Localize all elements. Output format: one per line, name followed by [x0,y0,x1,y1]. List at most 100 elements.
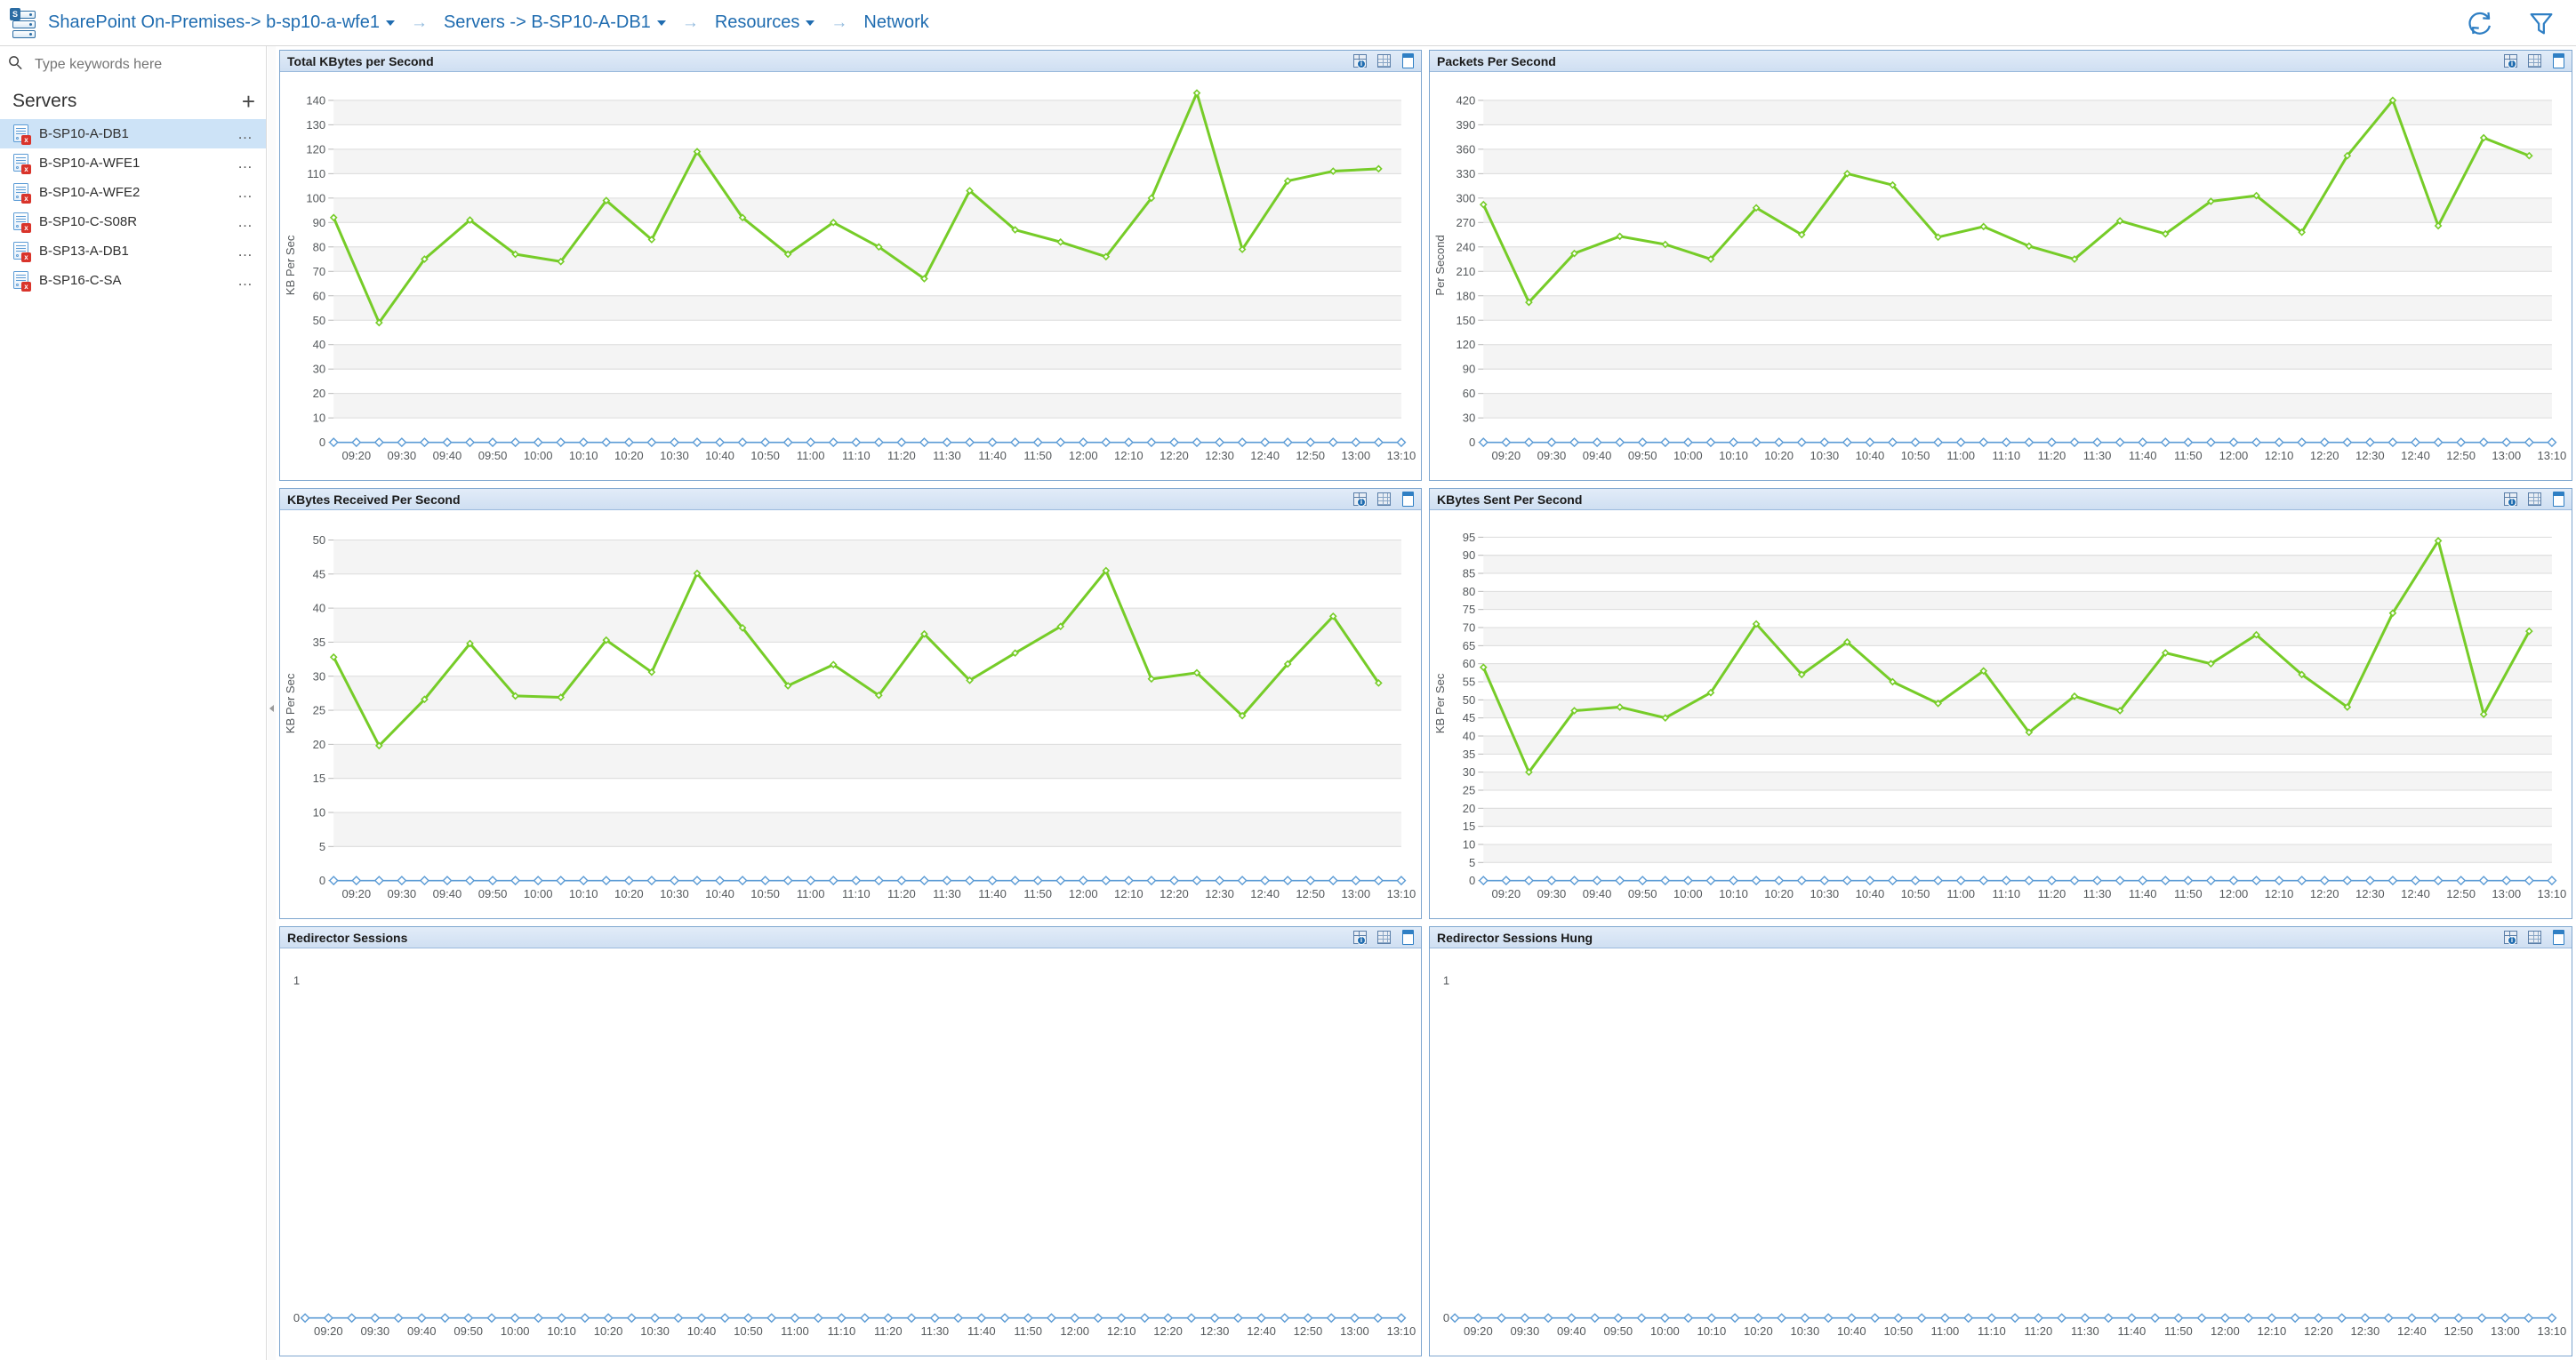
x-axis-tick-marker [1775,438,1783,446]
server-overflow-menu-button[interactable]: … [237,247,253,256]
chart-plot-area[interactable]: 05101520253035404550KB Per Sec09:2009:30… [280,510,1421,918]
filter-icon[interactable] [2526,8,2556,38]
sidebar-item-server[interactable]: xB-SP10-A-WFE2… [0,178,266,207]
chevron-down-icon[interactable] [657,20,666,26]
x-axis-tick-marker [1056,876,1064,884]
y-axis-tick-label: 80 [1463,585,1476,598]
x-axis-tick-marker [697,1314,705,1322]
breadcrumb-item-3[interactable]: Network [863,12,928,33]
x-axis-tick-label: 10:50 [750,887,780,900]
server-overflow-menu-button[interactable]: … [237,130,253,139]
x-axis-tick-marker [1056,438,1064,446]
x-axis-tick-marker [761,438,769,446]
refresh-icon[interactable] [2466,8,2496,38]
sidebar-collapse-handle[interactable] [269,704,275,712]
sidebar-item-server[interactable]: xB-SP13-A-DB1… [0,236,266,266]
x-axis-tick-marker [2385,1314,2393,1322]
breadcrumb-item-2[interactable]: Resources [715,12,815,33]
add-server-button[interactable]: + [242,90,255,113]
chart-plot-area[interactable]: 1009:2009:3009:4009:5010:0010:1010:2010:… [280,948,1421,1356]
sidebar-item-server[interactable]: xB-SP10-A-DB1… [0,119,266,148]
search-row[interactable] [0,46,266,84]
x-axis-tick-label: 09:40 [1583,887,1612,900]
breadcrumb-item-1[interactable]: Servers -> B-SP10-A-DB1 [444,12,666,33]
y-axis-tick-label: 60 [313,289,326,302]
x-axis-tick-label: 10:50 [1884,1324,1914,1338]
chart-plot-area[interactable]: 0306090120150180210240270300330360390420… [1430,72,2572,480]
x-axis-tick-marker [2457,876,2465,884]
x-axis-tick-label: 09:20 [1492,887,1521,900]
x-axis-tick-marker [2025,438,2033,446]
x-axis-tick-marker [830,876,838,884]
grid-icon[interactable] [2527,492,2542,507]
server-overflow-menu-button[interactable]: … [237,188,253,197]
sidebar-item-server[interactable]: xB-SP10-C-S08R… [0,207,266,236]
y-axis-tick-label: 40 [313,602,326,615]
x-axis-tick-marker [443,438,451,446]
y-axis-title: KB Per Sec [1433,673,1447,733]
grid-icon[interactable] [1376,53,1392,68]
x-axis-tick-marker [1375,876,1383,884]
window-icon[interactable] [1400,930,1416,945]
x-axis-tick-label: 13:10 [2538,887,2567,900]
x-axis-tick-label: 09:40 [433,887,462,900]
sidebar-item-label: B-SP10-A-WFE2 [39,185,140,200]
y-axis-tick-label: 300 [1456,191,1475,204]
x-axis-tick-marker [1684,876,1692,884]
x-axis-tick-label: 12:00 [1060,1324,1089,1338]
x-axis-tick-marker [301,1314,309,1322]
server-overflow-menu-button[interactable]: … [237,276,253,285]
chevron-down-icon[interactable] [386,20,395,26]
window-icon[interactable] [2551,53,2566,68]
x-axis-tick-marker [1731,1314,1739,1322]
x-axis-tick-marker [1306,876,1314,884]
grid-icon[interactable] [1376,930,1392,945]
search-input[interactable] [33,56,237,74]
x-axis-tick-marker [1616,876,1624,884]
x-axis-tick-marker [602,876,610,884]
grid-info-icon[interactable]: i [2503,930,2518,945]
grid-icon[interactable] [2527,53,2542,68]
y-axis-tick-label: 0 [293,1311,300,1324]
x-axis-tick-marker [2128,1314,2136,1322]
server-overflow-menu-button[interactable]: … [237,218,253,227]
x-axis-tick-marker [1843,438,1851,446]
grid-icon[interactable] [2527,930,2542,945]
chart-plot-area[interactable]: 1009:2009:3009:4009:5010:0010:1010:2010:… [1430,948,2572,1356]
x-axis-tick-marker [1374,1314,1382,1322]
x-axis-tick-label: 11:40 [2129,887,2157,900]
x-axis-tick-label: 12:10 [1107,1324,1136,1338]
x-axis-tick-marker [1000,1314,1008,1322]
chevron-down-icon[interactable] [806,20,815,26]
window-icon[interactable] [1400,53,1416,68]
window-icon[interactable] [2551,930,2566,945]
chart-panel-tools: i [1352,53,1416,68]
app-logo-badge: S [10,8,20,20]
x-axis-tick-marker [2184,438,2192,446]
grid-info-icon[interactable]: i [1352,492,1368,507]
x-axis-tick-marker [2174,1314,2182,1322]
sidebar-splitter[interactable] [268,46,276,1360]
window-icon[interactable] [1400,492,1416,507]
x-axis-tick-marker [580,438,588,446]
x-axis-tick-label: 10:40 [705,449,734,462]
x-axis-tick-marker [1502,876,1510,884]
y-axis-tick-label: 60 [1463,657,1476,670]
grid-info-icon[interactable]: i [1352,930,1368,945]
x-axis-tick-marker [1706,876,1714,884]
grid-info-icon[interactable]: i [1352,53,1368,68]
x-axis-tick-label: 10:20 [1744,1324,1773,1338]
chart-plot-area[interactable]: 0102030405060708090100110120130140KB Per… [280,72,1421,480]
grid-info-icon[interactable]: i [2503,492,2518,507]
breadcrumb-item-0[interactable]: SharePoint On-Premises-> b-sp10-a-wfe1 [48,12,395,33]
grid-icon[interactable] [1376,492,1392,507]
x-axis-tick-label: 12:40 [2397,1324,2427,1338]
sidebar-item-server[interactable]: xB-SP10-A-WFE1… [0,148,266,178]
sidebar-item-server[interactable]: xB-SP16-C-SA… [0,266,266,295]
x-axis-tick-marker [421,438,429,446]
server-overflow-menu-button[interactable]: … [237,159,253,168]
chart-plot-area[interactable]: 05101520253035404550556065707580859095KB… [1430,510,2572,918]
x-axis-tick-marker [1216,438,1224,446]
window-icon[interactable] [2551,492,2566,507]
grid-info-icon[interactable]: i [2503,53,2518,68]
